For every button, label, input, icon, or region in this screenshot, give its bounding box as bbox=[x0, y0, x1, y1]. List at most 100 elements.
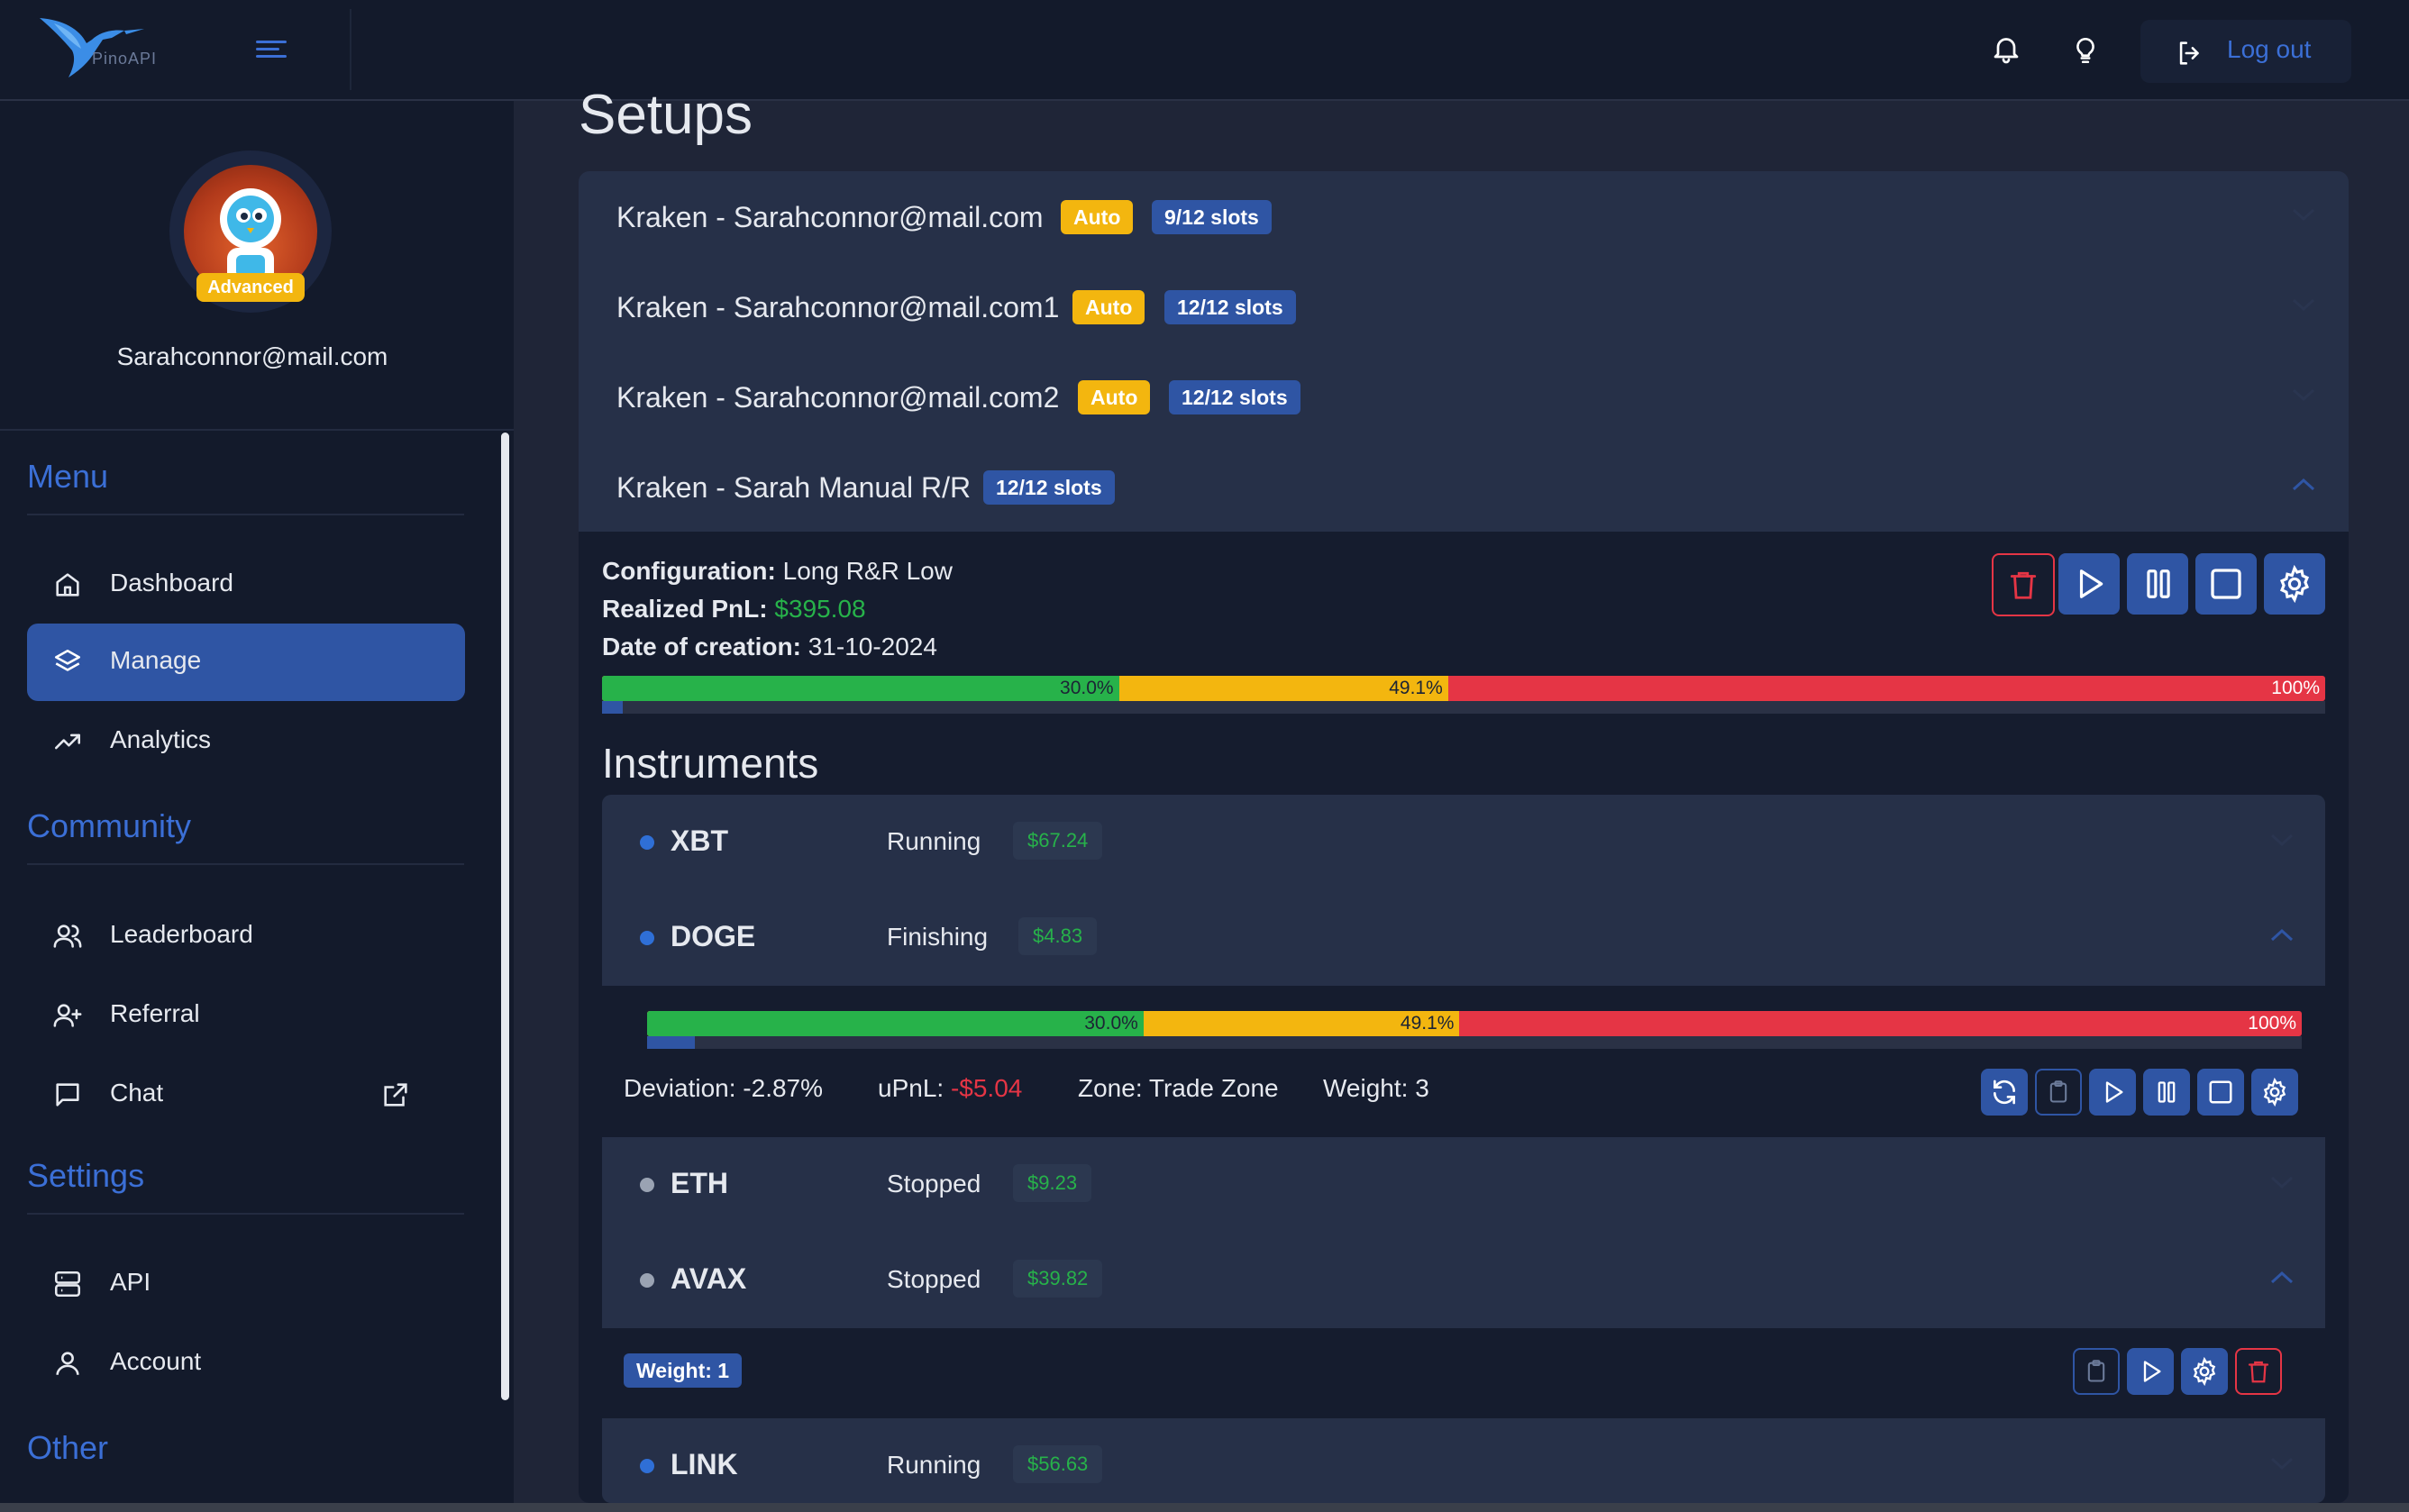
sidebar-item-dashboard[interactable]: Dashboard bbox=[27, 546, 465, 624]
instrument-pnl: $67.24 bbox=[1013, 822, 1103, 860]
instrument-settings-button[interactable] bbox=[2181, 1348, 2228, 1395]
logout-button[interactable]: Log out bbox=[2140, 20, 2351, 83]
configuration-value: Long R&R Low bbox=[782, 557, 953, 585]
sidebar-item-label: Leaderboard bbox=[110, 920, 253, 948]
community-section-line bbox=[27, 863, 464, 865]
chevron-down-icon[interactable] bbox=[2291, 296, 2316, 314]
logo-hummingbird-icon[interactable] bbox=[36, 13, 171, 85]
upnl-value: -$5.04 bbox=[950, 1074, 1023, 1102]
zone-green-label: 30.0% bbox=[1084, 1013, 1138, 1034]
auto-badge: Auto bbox=[1078, 380, 1151, 414]
avatar[interactable]: Advanced bbox=[169, 150, 332, 313]
configuration-line: Configuration: Long R&R Low bbox=[602, 557, 953, 586]
logout-label: Log out bbox=[2227, 35, 2312, 63]
main-content: Setups Kraken - Sarahconnor@mail.com Aut… bbox=[541, 84, 2397, 1503]
settings-section-title: Settings bbox=[27, 1157, 145, 1194]
instrument-row[interactable]: LINK Running $56.63 bbox=[602, 1418, 2325, 1503]
creation-date-line: Date of creation: 31-10-2024 bbox=[602, 633, 937, 661]
instrument-status: Running bbox=[887, 1451, 981, 1479]
sidebar-item-referral[interactable]: Referral bbox=[27, 977, 465, 1054]
instrument-status: Finishing bbox=[887, 923, 989, 951]
status-dot bbox=[640, 931, 654, 945]
logo-text: PinoAPI bbox=[92, 50, 158, 68]
deviation-stat: Deviation: -2.87% bbox=[624, 1074, 823, 1103]
chevron-down-icon[interactable] bbox=[2291, 386, 2316, 404]
sidebar-item-chat[interactable]: Chat bbox=[27, 1056, 465, 1134]
stop-setup-button[interactable] bbox=[2195, 553, 2257, 615]
sidebar-item-label: API bbox=[110, 1268, 151, 1296]
menu-section-title: Menu bbox=[27, 458, 109, 495]
setup-progress-fill bbox=[602, 701, 623, 714]
instrument-row[interactable]: DOGE Finishing $4.83 bbox=[602, 890, 2325, 986]
gear-icon bbox=[2263, 1078, 2286, 1107]
stop-instrument-button[interactable] bbox=[2197, 1069, 2244, 1116]
realized-pnl-line: Realized PnL: $395.08 bbox=[602, 595, 866, 624]
instrument-progress-bar bbox=[647, 1036, 2302, 1049]
delete-instrument-button[interactable] bbox=[2235, 1348, 2282, 1395]
sidebar-item-account[interactable]: Account bbox=[27, 1325, 465, 1402]
instrument-status: Running bbox=[887, 827, 981, 855]
sidebar-item-label: Dashboard bbox=[110, 569, 233, 597]
weight-badge: Weight: 1 bbox=[624, 1353, 743, 1388]
chevron-down-icon[interactable] bbox=[2269, 1454, 2295, 1472]
sidebar-item-label: Referral bbox=[110, 999, 200, 1027]
notification-bell-icon[interactable] bbox=[1990, 32, 2022, 65]
gear-icon bbox=[2279, 565, 2310, 603]
sidebar-item-manage[interactable]: Manage bbox=[27, 624, 465, 701]
instrument-row[interactable]: AVAX Stopped $39.82 bbox=[602, 1233, 2325, 1328]
setup-zone-bar: 100% 49.1% 30.0% bbox=[602, 676, 2325, 701]
upnl-label: uPnL: bbox=[878, 1074, 944, 1102]
sidebar-scrollbar[interactable] bbox=[501, 433, 509, 1400]
instrument-status: Stopped bbox=[887, 1265, 981, 1293]
weight-label: Weight: bbox=[1323, 1074, 1409, 1102]
setup-row[interactable]: Kraken - Sarahconnor@mail.com Auto 9/12 … bbox=[579, 171, 2349, 261]
setup-row[interactable]: Kraken - Sarah Manual R/R 12/12 slots bbox=[579, 442, 2349, 532]
setup-row[interactable]: Kraken - Sarahconnor@mail.com2 Auto 12/1… bbox=[579, 351, 2349, 442]
setup-row[interactable]: Kraken - Sarahconnor@mail.com1 Auto 12/1… bbox=[579, 261, 2349, 351]
sidebar-item-api[interactable]: API bbox=[27, 1245, 465, 1323]
menu-toggle-icon[interactable] bbox=[256, 41, 287, 60]
pause-instrument-button[interactable] bbox=[2143, 1069, 2190, 1116]
instrument-row[interactable]: XBT Running $67.24 bbox=[602, 795, 2325, 890]
start-instrument-button[interactable] bbox=[2089, 1069, 2136, 1116]
lightbulb-icon[interactable] bbox=[2070, 34, 2101, 67]
copy-instrument-button[interactable] bbox=[2073, 1348, 2120, 1395]
instruments-title: Instruments bbox=[602, 740, 819, 787]
window-bottom-edge bbox=[0, 1503, 2409, 1512]
menu-section-line bbox=[27, 514, 464, 515]
creation-date-label: Date of creation: bbox=[602, 633, 801, 660]
configuration-label: Configuration: bbox=[602, 557, 776, 585]
sidebar-item-analytics[interactable]: Analytics bbox=[27, 703, 465, 780]
instrument-details: 100% 49.1% 30.0% Deviation: -2.87% uPnL:… bbox=[602, 986, 2325, 1137]
sidebar-item-label: Chat bbox=[110, 1079, 164, 1107]
chevron-down-icon[interactable] bbox=[2269, 1173, 2295, 1191]
gear-icon bbox=[2193, 1357, 2216, 1386]
sidebar-item-label: Analytics bbox=[110, 725, 212, 753]
instrument-settings-button[interactable] bbox=[2251, 1069, 2298, 1116]
delete-setup-button[interactable] bbox=[1992, 553, 2055, 616]
chevron-up-icon[interactable] bbox=[2291, 476, 2316, 494]
chevron-up-icon[interactable] bbox=[2269, 1269, 2295, 1287]
zone-value: Trade Zone bbox=[1148, 1074, 1279, 1102]
page-title: Setups bbox=[579, 84, 753, 146]
start-instrument-button[interactable] bbox=[2127, 1348, 2174, 1395]
external-link-icon[interactable] bbox=[380, 1079, 411, 1110]
setups-accordion: Kraken - Sarahconnor@mail.com Auto 9/12 … bbox=[579, 171, 2349, 1503]
chevron-down-icon[interactable] bbox=[2291, 205, 2316, 223]
slots-badge: 12/12 slots bbox=[1169, 380, 1300, 414]
sidebar-item-leaderboard[interactable]: Leaderboard bbox=[27, 897, 465, 975]
user-plus-icon bbox=[53, 1004, 82, 1027]
chevron-down-icon[interactable] bbox=[2269, 831, 2295, 849]
sidebar-divider bbox=[0, 429, 514, 431]
refresh-instrument-button[interactable] bbox=[1981, 1069, 2028, 1116]
chevron-up-icon[interactable] bbox=[2269, 926, 2295, 944]
start-setup-button[interactable] bbox=[2058, 553, 2120, 615]
setup-settings-button[interactable] bbox=[2264, 553, 2325, 615]
copy-instrument-button[interactable] bbox=[2035, 1069, 2082, 1116]
instrument-pnl: $39.82 bbox=[1013, 1260, 1103, 1298]
instrument-symbol: XBT bbox=[671, 824, 728, 857]
pause-setup-button[interactable] bbox=[2127, 553, 2188, 615]
logout-icon bbox=[2179, 41, 2199, 65]
level-badge: Advanced bbox=[196, 273, 305, 302]
instrument-row[interactable]: ETH Stopped $9.23 bbox=[602, 1137, 2325, 1233]
